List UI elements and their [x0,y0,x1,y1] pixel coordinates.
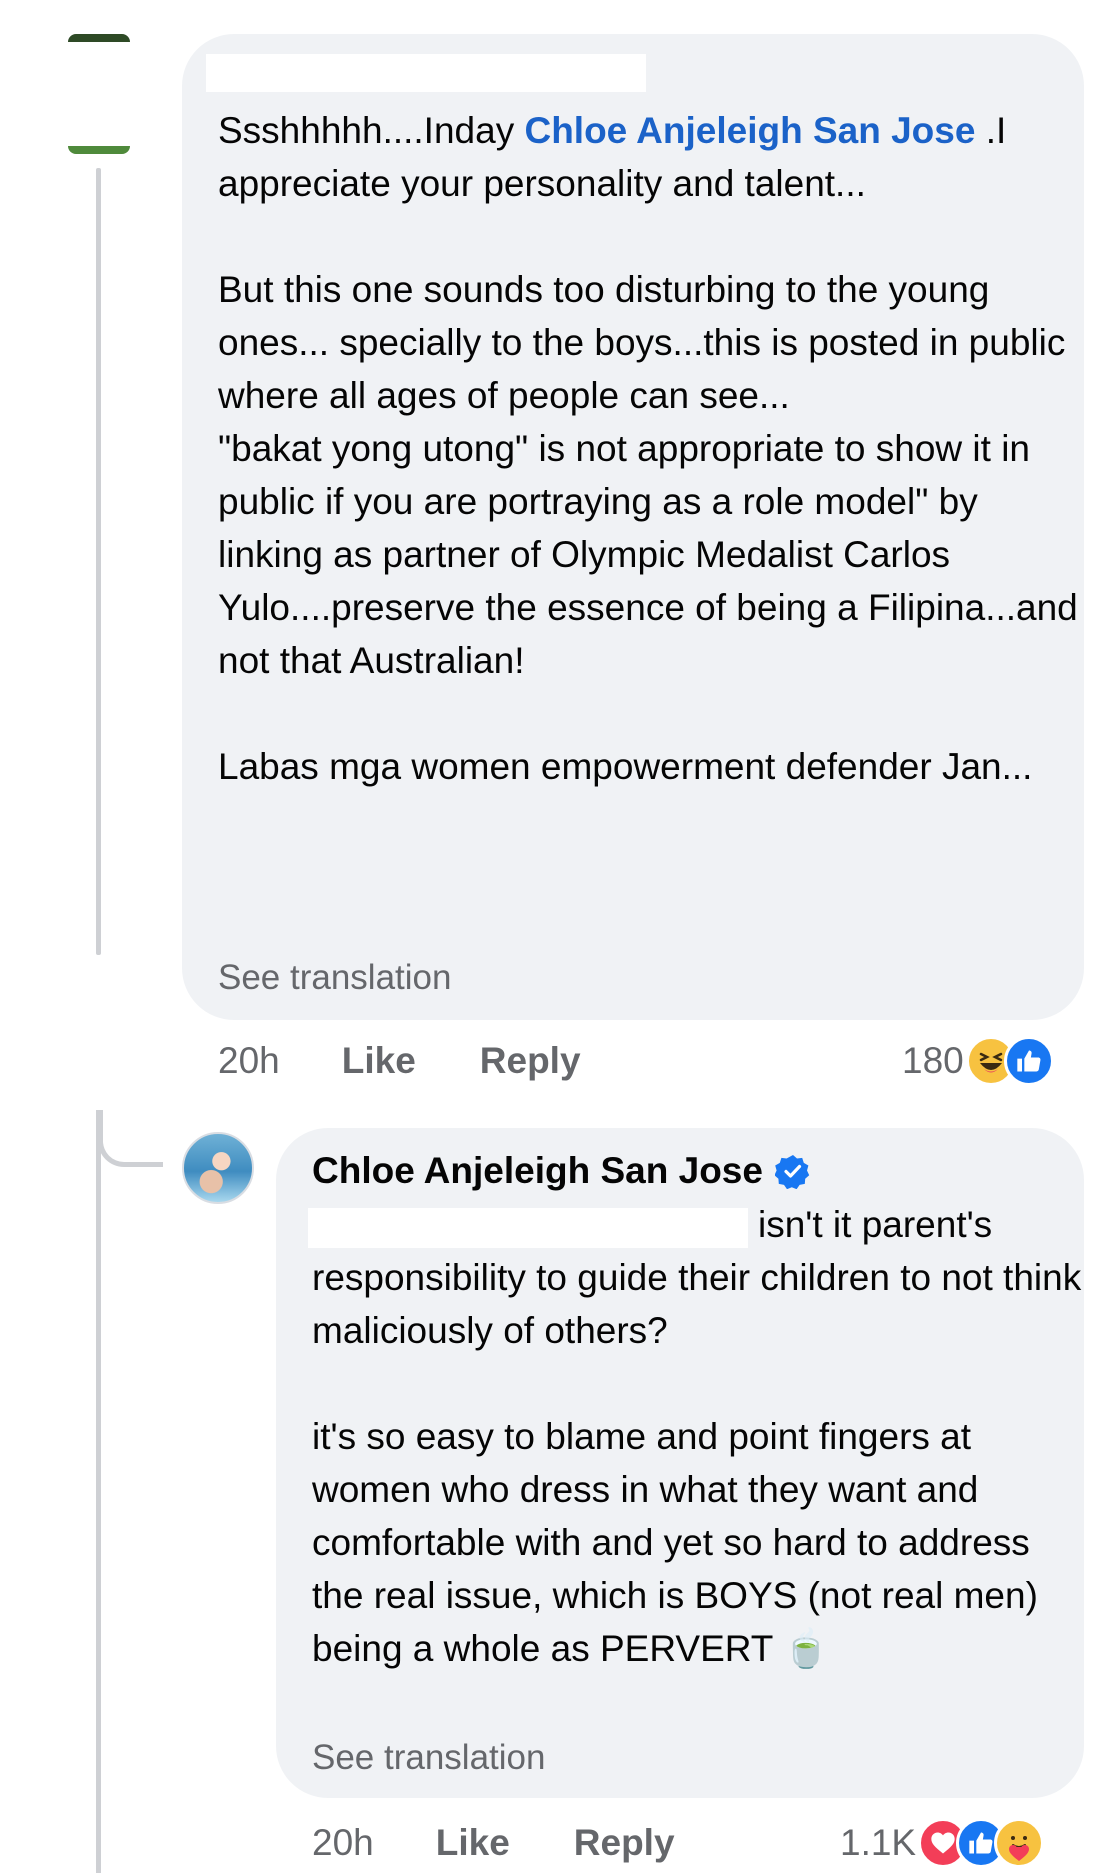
verified-badge-icon [774,1153,811,1190]
see-translation-link-2[interactable]: See translation [312,1738,545,1778]
care-icon [994,1818,1045,1868]
reply-button[interactable]: Reply [480,1040,581,1082]
mention-link[interactable]: Chloe Anjeleigh San Jose [524,110,975,151]
comment-timestamp[interactable]: 20h [218,1040,280,1082]
reaction-count-2: 1.1K [840,1822,917,1863]
comment-2-actions: 20h Like Reply [312,1822,675,1864]
like-icon [1003,1036,1054,1086]
reply-connector-line [98,1110,163,1167]
see-translation-link[interactable]: See translation [218,958,451,998]
tea-emoji-icon: 🍵 [783,1628,830,1669]
like-button-2[interactable]: Like [436,1822,510,1864]
reply-author-avatar[interactable] [182,1132,254,1204]
comment-1-body: Ssshhhhh....Inday Chloe Anjeleigh San Jo… [218,104,1078,793]
comment-2-text-rest: responsibility to guide their children t… [312,1257,1082,1669]
reply-author-name[interactable]: Chloe Anjeleigh San Jose [312,1150,811,1192]
commenter-avatar-fragment-bottom [68,146,130,154]
reply-author-name-text: Chloe Anjeleigh San Jose [312,1150,763,1191]
comment-2-body: isn't it parent's responsibility to guid… [312,1198,1082,1675]
reaction-count: 180 [902,1040,964,1081]
like-button[interactable]: Like [342,1040,416,1082]
reaction-summary[interactable]: 180 [902,1036,1054,1086]
reaction-summary-2[interactable]: 1.1K [840,1818,1045,1868]
comment-2-first-line: isn't it parent's [758,1204,993,1245]
comment-1-text-start: Ssshhhhh....Inday [218,110,525,151]
comment-1-actions: 20h Like Reply [218,1040,581,1082]
thread-line-lower [96,1110,101,1873]
reply-button-2[interactable]: Reply [574,1822,675,1864]
commenter-avatar-fragment [68,34,130,42]
comment-timestamp-2[interactable]: 20h [312,1822,374,1864]
thread-line [96,168,101,955]
redacted-author-name [206,54,646,92]
comment-1-text-rest: .I appreciate your personality and talen… [218,110,1078,787]
